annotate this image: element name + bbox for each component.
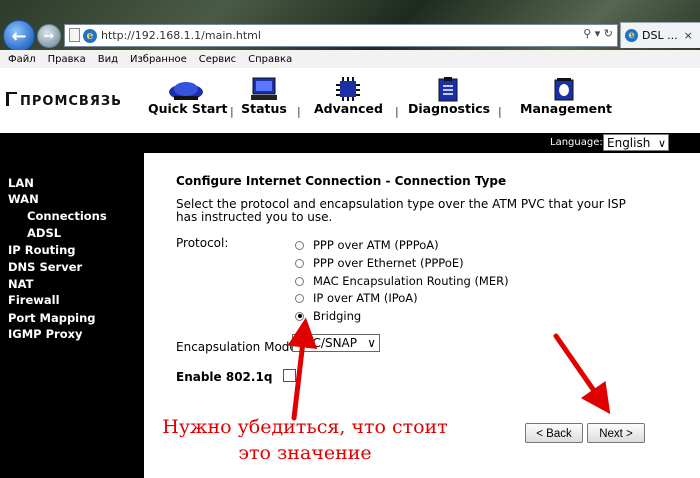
address-tools[interactable]: ⚲ ▾ ↻ <box>583 27 613 40</box>
browser-forward-button[interactable]: → <box>37 24 61 48</box>
menu-file[interactable]: Файл <box>0 54 42 65</box>
language-select[interactable]: English ∨ <box>603 134 669 151</box>
encapsulation-mode-select[interactable]: LLC/SNAP ∨ <box>292 334 380 352</box>
management-book-icon <box>554 78 574 101</box>
encapsulation-mode-label: Encapsulation Mode: <box>176 340 301 354</box>
diagnostics-clipboard-icon <box>438 77 458 102</box>
logo-mark-icon <box>6 92 17 106</box>
protocol-option-mer[interactable]: MAC Encapsulation Routing (MER) <box>295 274 509 288</box>
enable-8021q-checkbox[interactable] <box>283 369 296 382</box>
nav-separator: | <box>297 105 301 118</box>
advanced-chip-icon <box>336 77 360 101</box>
sidebar-item-firewall[interactable]: Firewall <box>8 293 60 307</box>
sidebar-item-dns-server[interactable]: DNS Server <box>8 260 82 274</box>
menu-help[interactable]: Справка <box>242 54 298 65</box>
nav-advanced[interactable]: Advanced <box>314 68 383 133</box>
browser-tab[interactable]: e DSL ... × <box>620 22 700 48</box>
protocol-option-pppoa[interactable]: PPP over ATM (PPPoA) <box>295 238 439 252</box>
protocol-option-ipoa[interactable]: IP over ATM (IPoA) <box>295 291 418 305</box>
language-label: Language: <box>550 137 603 148</box>
sidebar-item-nat[interactable]: NAT <box>8 277 33 291</box>
menu-view[interactable]: Вид <box>92 54 124 65</box>
quick-start-icon <box>169 82 203 100</box>
chevron-down-icon: ∨ <box>657 137 666 150</box>
sidebar-item-wan[interactable]: WAN <box>8 192 39 206</box>
main-content: Configure Internet Connection - Connecti… <box>144 153 700 478</box>
nav-separator: | <box>230 105 234 118</box>
refresh-icon[interactable]: ↻ <box>604 27 613 40</box>
protocol-option-pppoe[interactable]: PPP over Ethernet (PPPoE) <box>295 256 464 270</box>
address-text: http://192.168.1.1/main.html <box>101 29 261 42</box>
sidebar-item-igmp-proxy[interactable]: IGMP Proxy <box>8 327 83 341</box>
instruction-text: Select the protocol and encapsulation ty… <box>176 197 626 224</box>
status-monitor-icon <box>251 77 277 100</box>
page-title: Configure Internet Connection - Connecti… <box>176 174 507 188</box>
address-bar[interactable]: e http://192.168.1.1/main.html ⚲ ▾ ↻ <box>64 24 618 47</box>
nav-separator: | <box>395 105 399 118</box>
nav-status[interactable]: Status <box>240 68 288 133</box>
back-arrow-icon: ← <box>11 25 27 47</box>
radio-pppoa[interactable] <box>295 240 304 250</box>
forward-arrow-icon: → <box>43 28 55 44</box>
sidebar-item-adsl[interactable]: ADSL <box>27 226 61 240</box>
enable-8021q-label: Enable 802.1q <box>176 370 273 384</box>
search-icon[interactable]: ⚲ <box>583 27 591 40</box>
protocol-option-bridging[interactable]: Bridging <box>295 309 361 323</box>
menu-favorites[interactable]: Избранное <box>124 54 193 65</box>
radio-ipoa[interactable] <box>295 293 304 303</box>
menu-edit[interactable]: Правка <box>42 54 92 65</box>
chevron-down-icon: ∨ <box>367 336 376 350</box>
radio-pppoe[interactable] <box>295 258 304 268</box>
tab-close-icon[interactable]: × <box>684 29 693 42</box>
language-value: English <box>607 136 651 150</box>
sidebar: LAN WAN Connections ADSL IP Routing DNS … <box>0 153 144 478</box>
sidebar-item-port-mapping[interactable]: Port Mapping <box>8 311 96 325</box>
sidebar-item-lan[interactable]: LAN <box>8 176 34 190</box>
encapsulation-mode-value: LLC/SNAP <box>299 336 357 350</box>
nav-quick-start[interactable]: Quick Start <box>148 68 227 133</box>
nav-separator: | <box>498 105 502 118</box>
nav-management[interactable]: Management <box>520 68 612 133</box>
tab-ie-icon: e <box>625 29 638 42</box>
nav-diagnostics[interactable]: Diagnostics <box>408 68 490 133</box>
tab-title: DSL ... <box>642 29 678 42</box>
dropdown-icon[interactable]: ▾ <box>595 27 601 40</box>
back-button[interactable]: < Back <box>525 423 583 443</box>
radio-mer[interactable] <box>295 276 304 286</box>
menu-tools[interactable]: Сервис <box>193 54 242 65</box>
router-header: ПРОМСВЯЗЬ Quick Start | Status | Advance… <box>0 68 700 133</box>
browser-back-button[interactable]: ← <box>3 20 35 52</box>
page-icon <box>69 28 80 42</box>
browser-menu-bar: Файл Правка Вид Избранное Сервис Справка <box>0 50 700 69</box>
ie-icon: e <box>83 28 97 43</box>
sidebar-item-connections[interactable]: Connections <box>27 209 107 223</box>
radio-bridging[interactable] <box>295 311 304 321</box>
brand-logo: ПРОМСВЯЗЬ <box>6 92 122 109</box>
sidebar-item-ip-routing[interactable]: IP Routing <box>8 243 76 257</box>
protocol-label: Protocol: <box>176 236 229 250</box>
next-button[interactable]: Next > <box>587 423 645 443</box>
